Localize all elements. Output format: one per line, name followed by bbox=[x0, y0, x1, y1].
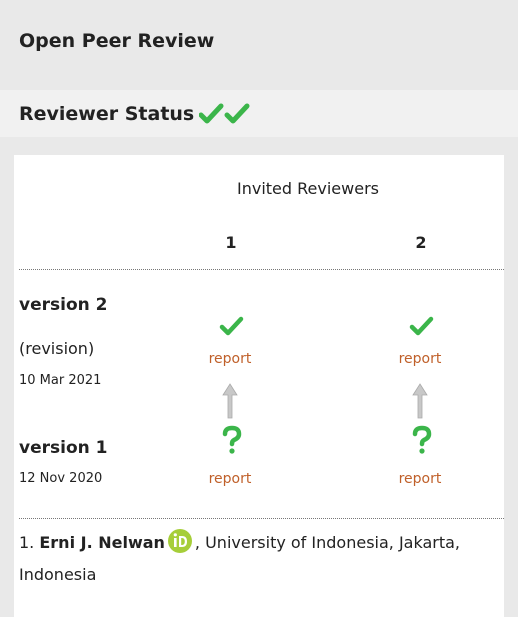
report-link-v2-r1[interactable]: report bbox=[200, 351, 260, 367]
reviewer-table-panel: Invited Reviewers 1 2 version 2 (revisio… bbox=[0, 155, 518, 617]
reviewer-number: 1. bbox=[19, 533, 35, 552]
reviewer-status-title: Reviewer Status bbox=[19, 103, 195, 125]
report-link-v1-r2[interactable]: report bbox=[390, 471, 450, 487]
orcid-icon[interactable] bbox=[167, 528, 193, 554]
question-icon bbox=[412, 425, 432, 454]
question-icon bbox=[222, 425, 242, 454]
report-link-v2-r2[interactable]: report bbox=[390, 351, 450, 367]
version-1-date: 12 Nov 2020 bbox=[19, 471, 103, 486]
page-title: Open Peer Review bbox=[19, 30, 215, 52]
version-2-revision-label: (revision) bbox=[19, 339, 95, 358]
check-icon bbox=[199, 103, 224, 124]
reviewer-entry-1: 1. Erni J. Nelwan , University of Indone… bbox=[19, 527, 499, 591]
check-icon bbox=[219, 316, 244, 336]
reviewer-column-1: 1 bbox=[225, 233, 237, 252]
version-1-label[interactable]: version 1 bbox=[19, 438, 107, 458]
divider bbox=[19, 269, 504, 270]
panel-left-strip bbox=[0, 155, 14, 617]
up-arrow-icon bbox=[222, 383, 238, 419]
reviewer-name[interactable]: Erni J. Nelwan bbox=[39, 533, 165, 552]
check-icon bbox=[409, 316, 434, 336]
title-band: Open Peer Review bbox=[0, 0, 518, 90]
status-check-icons bbox=[199, 103, 250, 124]
up-arrow-icon bbox=[412, 383, 428, 419]
divider bbox=[19, 518, 504, 519]
section-gap bbox=[0, 137, 518, 155]
version-2-label[interactable]: version 2 bbox=[19, 295, 107, 315]
reviewer-status-band: Reviewer Status bbox=[0, 90, 518, 137]
invited-reviewers-label: Invited Reviewers bbox=[237, 179, 379, 198]
report-link-v1-r1[interactable]: report bbox=[200, 471, 260, 487]
version-2-date: 10 Mar 2021 bbox=[19, 373, 102, 388]
reviewer-column-2: 2 bbox=[415, 233, 427, 252]
check-icon bbox=[224, 103, 250, 124]
panel-right-strip bbox=[504, 155, 518, 617]
